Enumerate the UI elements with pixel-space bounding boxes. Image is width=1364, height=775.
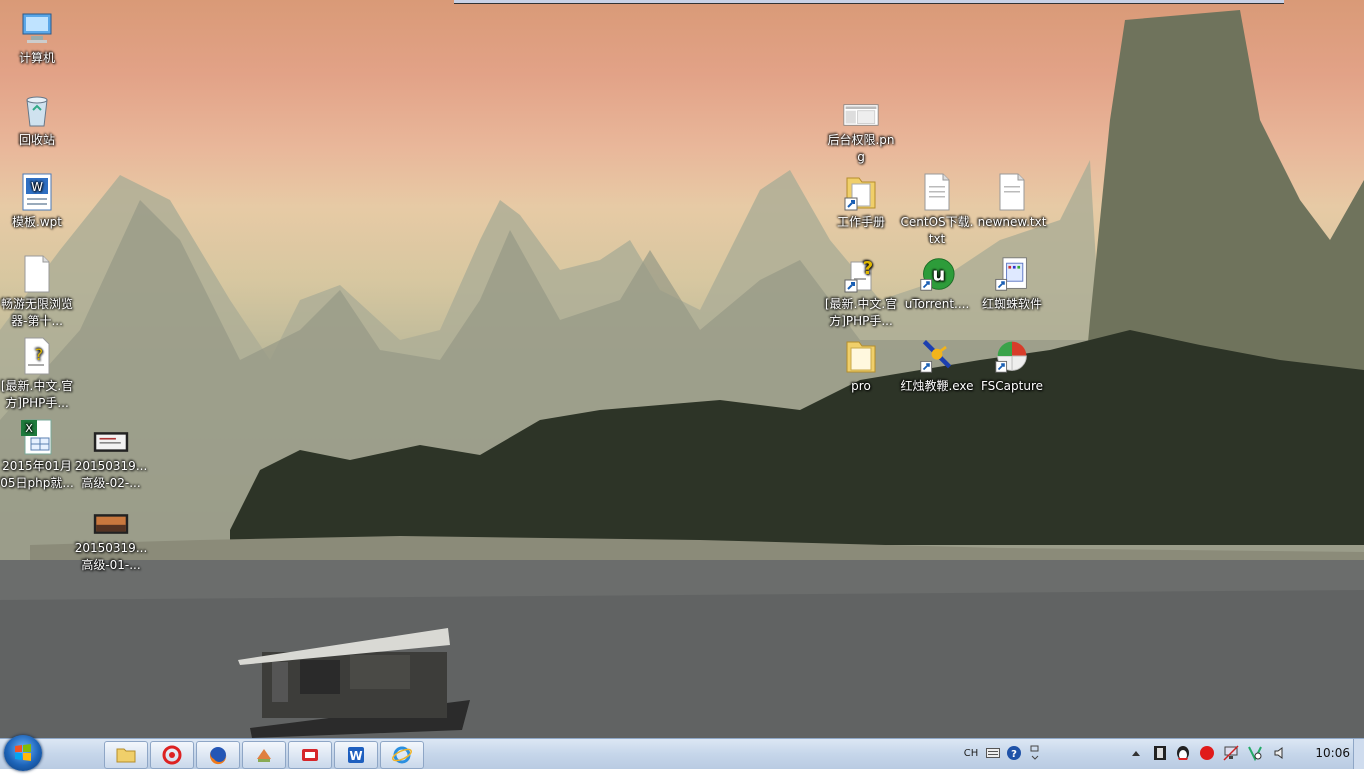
icon-label: 畅游无限浏览器-第十... [0,297,73,328]
icon-label: pro [851,379,871,393]
red-spider-icon [994,254,1030,294]
desktop-icon-excel[interactable]: X 2015年01月05日php就... [0,416,74,492]
image-file-icon [843,100,879,130]
desktop-icon-video-01[interactable]: 20150319...高级-01-... [74,510,148,574]
help-icon[interactable]: ? [1006,744,1022,762]
app-icon [257,749,271,762]
icon-label: uTorrent.... [904,297,970,311]
svg-text:?: ? [863,258,873,279]
desktop-icon-centos-txt[interactable]: CentOS下载.txt [900,172,974,248]
folder-shortcut-icon [843,172,879,212]
input-options-icon[interactable] [1030,744,1040,762]
landscape-art [0,10,1364,738]
icon-label: newnew.txt [977,215,1047,229]
icon-label: 红蜘蛛软件 [981,297,1042,311]
icon-label: 20150319...高级-01-... [74,541,148,572]
svg-text:u: u [932,264,945,285]
desktop-icon-template[interactable]: W 模板.wpt [0,172,74,231]
desktop-icon-fscapture[interactable]: FSCapture [975,336,1049,395]
system-clock[interactable]: 10:06 [1315,746,1350,760]
desktop-icon-newnew-txt[interactable]: newnew.txt [975,172,1049,231]
record-stop-icon[interactable] [1198,744,1216,762]
icon-label: [最新.中文.官方]PHP手... [0,379,74,410]
svg-text:X: X [25,422,33,435]
desktop-icon-video-02[interactable]: 20150319...高级-02-... [74,428,148,492]
video-file-icon [93,428,129,456]
window-edge-strip [454,0,1284,4]
taskbar-tool-button[interactable] [242,741,286,769]
taskbar-ie-button[interactable] [380,741,424,769]
icon-label: 工作手册 [836,215,885,229]
show-hidden-icons-arrow-icon[interactable] [1130,744,1142,762]
taskbar: W CH ? 10:06 [0,735,1364,771]
desktop-icon-recycle-bin[interactable]: 回收站 [0,90,74,149]
start-button[interactable] [4,735,42,771]
desktop-icon-red-spider[interactable]: 红蜘蛛软件 [975,254,1049,313]
video-file-icon [93,510,129,538]
icon-label: 2015年01月05日php就... [0,459,74,490]
desktop-icon-utorrent[interactable]: u uTorrent.... [900,254,974,313]
fscapture-icon [994,336,1030,376]
keyboard-icon[interactable] [986,744,1000,762]
icon-label: [最新.中文.官方]PHP手... [824,297,898,328]
svg-text:W: W [349,749,362,763]
text-file-icon [994,172,1030,212]
antivirus-tray-icon[interactable] [1246,744,1264,762]
computer-icon [19,8,55,48]
icon-label: 红烛教鞭.exe [900,379,974,393]
internet-explorer-icon [392,746,412,764]
desktop-icon-php-manual-shortcut[interactable]: ? [最新.中文.官方]PHP手... [824,254,898,330]
help-shortcut-icon: ? [843,254,879,294]
volume-icon[interactable] [1272,744,1288,762]
wps-document-icon: W [19,172,55,212]
icon-label: CentOS下载.txt [900,215,974,246]
icon-label: 计算机 [18,51,55,65]
network-icon[interactable] [1222,744,1240,762]
qq-penguin-icon[interactable] [1174,744,1192,762]
desktop-icon-php-manual[interactable]: ? [最新.中文.官方]PHP手... [0,336,74,412]
desktop-wallpaper [0,0,1364,738]
desktop-icon-permission-png[interactable]: 后台权限.png [824,100,898,166]
svg-text:W: W [31,180,43,194]
help-file-icon: ? [19,336,55,376]
desktop-icon-browser-doc[interactable]: 畅游无限浏览器-第十... [0,254,74,330]
icon-label: FSCapture [980,379,1044,393]
language-indicator[interactable]: CH [962,744,980,762]
svg-text:?: ? [1011,749,1017,760]
windows-logo-icon [15,744,31,761]
svg-text:?: ? [35,345,44,364]
folder-icon [843,336,879,376]
taskbar-wps-button[interactable]: W [334,741,378,769]
icon-label: 20150319...高级-02-... [74,459,148,490]
recycle-bin-icon [19,90,55,130]
taskbar-firefox-button[interactable] [196,741,240,769]
pointer-app-icon [919,336,955,376]
utorrent-icon: u [919,254,955,294]
icon-label: 模板.wpt [12,215,62,229]
folder-icon [116,748,136,763]
firefox-icon [210,747,227,765]
wps-writer-icon: W [348,747,364,763]
red-app-icon [302,749,318,761]
desktop-icon-work-manual[interactable]: 工作手册 [824,172,898,231]
taskbar-browser-button[interactable] [150,741,194,769]
desktop-icon-pro-folder[interactable]: pro [824,336,898,395]
red-browser-icon [162,745,182,765]
text-file-icon [19,254,55,294]
taskbar-recorder-button[interactable] [288,741,332,769]
desktop-icon-pointer-exe[interactable]: 红烛教鞭.exe [900,336,974,395]
desktop-icon-computer[interactable]: 计算机 [0,8,74,67]
icon-label: 后台权限.png [827,133,895,164]
text-file-icon [919,172,955,212]
film-tray-icon[interactable] [1152,744,1168,762]
excel-file-icon: X [19,416,55,456]
show-desktop-button[interactable] [1353,739,1364,769]
taskbar-explorer-button[interactable] [104,741,148,769]
icon-label: 回收站 [18,133,55,147]
